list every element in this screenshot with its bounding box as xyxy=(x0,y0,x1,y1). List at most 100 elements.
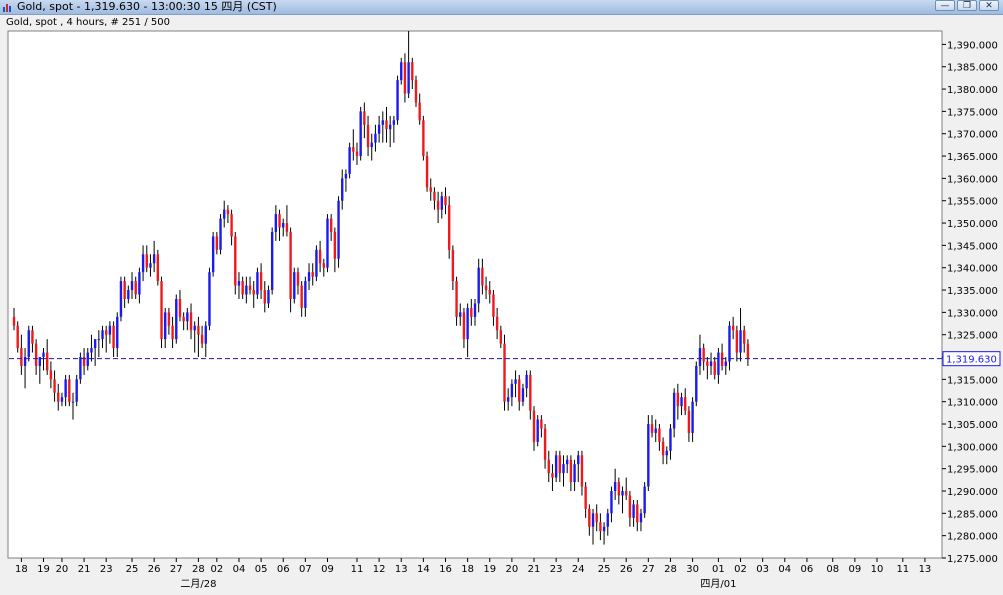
candle-body-down xyxy=(34,343,38,366)
candle-body-down xyxy=(746,343,750,359)
candle-body-down xyxy=(676,392,680,407)
candle-body-down xyxy=(105,330,108,335)
candle-body-down xyxy=(296,272,300,286)
candle-body-down xyxy=(433,191,436,201)
candle-body-up xyxy=(267,290,270,304)
candle-body-up xyxy=(337,200,340,259)
y-tick-label: 1,300.000 xyxy=(947,442,998,453)
x-tick-label: 26 xyxy=(620,564,633,575)
candle-body-down xyxy=(200,334,204,344)
candle-body-down xyxy=(650,424,654,433)
candle-body-down xyxy=(112,325,115,349)
candle-body-up xyxy=(381,120,384,125)
candle-body-up xyxy=(282,223,285,228)
candle-body-down xyxy=(289,231,292,299)
x-tick-label: 18 xyxy=(461,564,474,575)
candle-body-up xyxy=(79,357,82,380)
candle-body-down xyxy=(318,249,322,264)
y-tick-label: 1,340.000 xyxy=(947,264,998,275)
candle-body-down xyxy=(558,455,562,474)
candle-body-down xyxy=(226,209,230,215)
candle-body-up xyxy=(175,298,178,340)
candle-body-down xyxy=(599,522,602,532)
candle-body-up xyxy=(270,231,274,291)
y-tick-label: 1,325.000 xyxy=(947,331,998,342)
candle-body-up xyxy=(407,62,410,94)
candle-body-down xyxy=(329,218,333,232)
candle-body-up xyxy=(514,379,517,384)
candle-body-up xyxy=(632,504,635,518)
candle-body-up xyxy=(643,486,646,514)
candle-body-up xyxy=(521,388,525,402)
x-tick-label: 25 xyxy=(598,564,611,575)
candle-body-down xyxy=(189,312,193,331)
candle-body-up xyxy=(606,513,609,527)
candle-body-up xyxy=(698,348,702,366)
candle-body-up xyxy=(86,352,89,366)
candle-body-up xyxy=(97,339,101,341)
candle-body-down xyxy=(178,298,182,317)
candle-body-down xyxy=(462,312,466,340)
candle-body-up xyxy=(193,325,196,331)
candle-body-up xyxy=(149,263,152,268)
x-tick-label: 09 xyxy=(321,564,334,575)
candlestick-chart[interactable]: 1,275.000 1,280.000 1,285.000 1,290.000 1,29… xyxy=(0,0,1003,595)
x-tick-label: 12 xyxy=(373,564,386,575)
x-tick-label: 01 xyxy=(712,564,725,575)
candle-body-down xyxy=(322,263,325,268)
y-tick-label: 1,380.000 xyxy=(947,85,998,96)
candle-body-up xyxy=(388,124,392,130)
candle-body-up xyxy=(101,330,104,340)
candle-body-down xyxy=(595,513,598,523)
candle-body-up xyxy=(304,281,307,308)
candle-body-down xyxy=(687,410,691,433)
candle-body-down xyxy=(171,325,174,340)
y-tick-label: 1,385.000 xyxy=(947,63,998,74)
candle-body-up xyxy=(680,397,683,407)
candle-body-up xyxy=(525,374,528,389)
candle-body-up xyxy=(211,236,215,273)
candle-body-up xyxy=(554,455,558,478)
candle-body-down xyxy=(234,236,237,286)
candle-body-up xyxy=(186,312,189,322)
candle-body-down xyxy=(584,486,587,509)
candle-body-down xyxy=(492,294,495,317)
x-tick-label: 13 xyxy=(919,564,932,575)
x-tick-label: 16 xyxy=(439,564,452,575)
candle-body-up xyxy=(344,173,348,179)
candle-body-down xyxy=(20,348,23,366)
candle-body-up xyxy=(138,272,141,295)
candle-body-up xyxy=(717,352,720,375)
candle-body-up xyxy=(377,124,381,134)
candle-body-up xyxy=(709,361,713,366)
x-tick-label: 18 xyxy=(15,564,28,575)
candle-body-up xyxy=(613,482,617,492)
candle-body-up xyxy=(208,272,211,326)
candle-body-up xyxy=(307,272,311,282)
candle-body-down xyxy=(352,147,355,152)
candle-body-down xyxy=(197,325,200,335)
candle-body-down xyxy=(167,312,171,326)
candle-body-up xyxy=(90,348,93,353)
candle-body-down xyxy=(414,80,418,103)
candle-body-up xyxy=(42,352,45,358)
candle-body-down xyxy=(503,343,506,402)
candle-body-up xyxy=(466,307,469,340)
candle-body-up xyxy=(669,428,672,451)
x-tick-label: 03 xyxy=(756,564,769,575)
candle-body-down xyxy=(444,196,447,206)
candle-body-down xyxy=(418,102,421,121)
candle-body-down xyxy=(580,455,584,487)
candle-body-up xyxy=(392,120,396,125)
candle-body-up xyxy=(728,325,731,362)
candle-body-down xyxy=(403,62,407,94)
candle-body-down xyxy=(529,374,532,411)
candle-body-down xyxy=(488,290,491,295)
current-price-label: 1,319.630 xyxy=(946,355,997,366)
candle-body-up xyxy=(621,491,624,496)
x-tick-label: 30 xyxy=(686,564,699,575)
candle-body-down xyxy=(363,111,366,125)
candle-body-down xyxy=(248,285,252,291)
candle-body-up xyxy=(116,316,119,349)
candle-body-up xyxy=(370,142,373,148)
